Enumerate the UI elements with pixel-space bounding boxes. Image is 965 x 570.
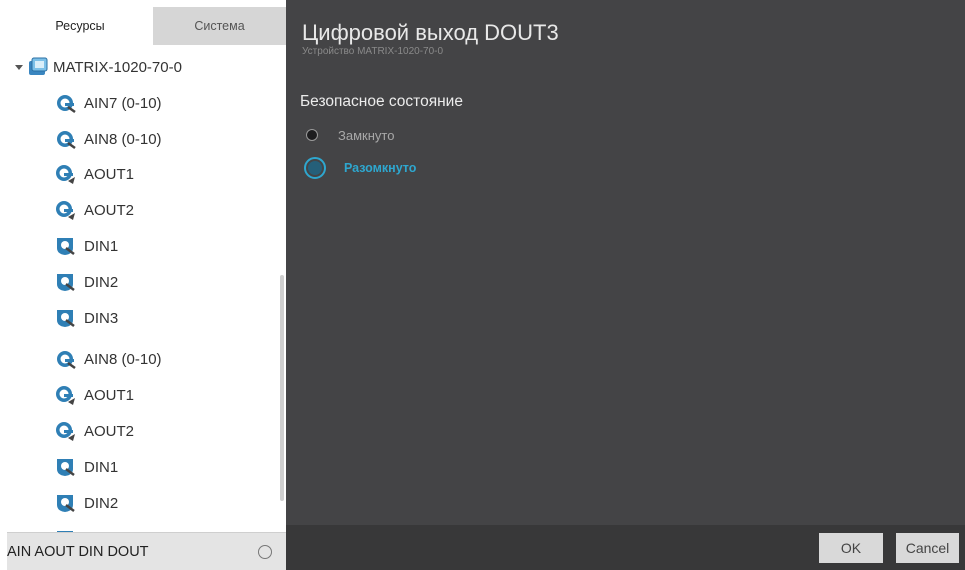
analog-output-icon <box>54 163 76 185</box>
radio-selected-icon[interactable] <box>304 157 326 179</box>
cancel-button[interactable]: Cancel <box>896 533 959 563</box>
digital-input-icon <box>54 456 76 478</box>
tree-item-label: AOUT1 <box>84 165 135 183</box>
radio-unselected-icon[interactable] <box>306 129 318 141</box>
tree-item-label: DIN2 <box>84 273 119 291</box>
digital-input-icon <box>54 307 76 329</box>
analog-input-icon <box>54 92 76 114</box>
page-title: Цифровой выход DOUT3 <box>302 20 559 45</box>
filter-bar: AIN AOUT DIN DOUT <box>7 532 286 570</box>
detail-panel: Цифровой выход DOUT3 Устройство MATRIX-1… <box>286 0 965 570</box>
tab-bar: Ресурсы Система <box>7 7 286 51</box>
tree-scrollbar[interactable] <box>280 275 284 501</box>
filter-label[interactable]: AIN AOUT DIN DOUT <box>7 533 149 570</box>
tree-item[interactable]: AIN7 (0-10) <box>54 90 162 116</box>
tree-item[interactable]: DIN1 <box>54 233 118 259</box>
analog-output-icon <box>54 420 76 442</box>
tree-root-label: MATRIX-1020-70-0 <box>53 58 182 76</box>
tree-item[interactable]: AOUT2 <box>54 418 134 444</box>
left-panel: Ресурсы Система MATRIX-1020-70-0 AIN7 (0… <box>7 7 286 570</box>
radio-option-closed[interactable]: Замкнуто <box>306 124 394 146</box>
section-heading: Безопасное состояние <box>300 93 463 110</box>
tree-item-label: AIN8 (0-10) <box>84 130 162 148</box>
tree-item[interactable]: DIN1 <box>54 454 118 480</box>
tree-item[interactable]: AIN8 (0-10) <box>54 126 162 152</box>
digital-input-icon <box>54 492 76 514</box>
radio-option-open[interactable]: Разомкнуто <box>304 157 416 179</box>
tree-item-label: AIN7 (0-10) <box>84 94 162 112</box>
tree-item[interactable]: DIN2 <box>54 490 118 516</box>
tree-item-label: DIN1 <box>84 458 119 476</box>
tree-item[interactable]: DIN2 <box>54 269 118 295</box>
tree-item-label: AOUT2 <box>84 201 135 219</box>
tree-item-label: DIN1 <box>84 237 119 255</box>
filter-toggle-icon[interactable] <box>258 545 272 559</box>
tree-item[interactable]: AIN8 (0-10) <box>54 346 162 372</box>
tree-root-device[interactable]: MATRIX-1020-70-0 <box>15 55 182 79</box>
analog-input-icon <box>54 348 76 370</box>
analog-output-icon <box>54 199 76 221</box>
radio-label-closed: Замкнуто <box>338 127 395 143</box>
tree-item-label: AOUT1 <box>84 386 135 404</box>
digital-input-icon <box>54 271 76 293</box>
expand-arrow-icon[interactable] <box>15 63 23 71</box>
ok-button[interactable]: OK <box>819 533 883 563</box>
tab-system[interactable]: Система <box>153 7 286 45</box>
tree-item[interactable]: AOUT1 <box>54 161 134 187</box>
tree-item-label: DIN2 <box>84 494 119 512</box>
page-subtitle: Устройство MATRIX-1020-70-0 <box>302 46 444 57</box>
digital-input-icon <box>54 235 76 257</box>
bottom-bar: OK Cancel <box>286 525 965 570</box>
tree-item[interactable]: AOUT2 <box>54 197 134 223</box>
analog-output-icon <box>54 384 76 406</box>
analog-input-icon <box>54 128 76 150</box>
radio-label-open: Разомкнуто <box>344 161 417 175</box>
resource-tree: MATRIX-1020-70-0 AIN7 (0-10) AIN8 (0-10) A… <box>7 45 286 532</box>
tree-item-label: AOUT2 <box>84 422 135 440</box>
device-icon <box>29 57 48 75</box>
tree-item[interactable]: AOUT1 <box>54 382 134 408</box>
tree-item-label: AIN8 (0-10) <box>84 350 162 368</box>
tree-item-label: DIN3 <box>84 309 119 327</box>
tree-item[interactable]: DIN3 <box>54 305 118 331</box>
